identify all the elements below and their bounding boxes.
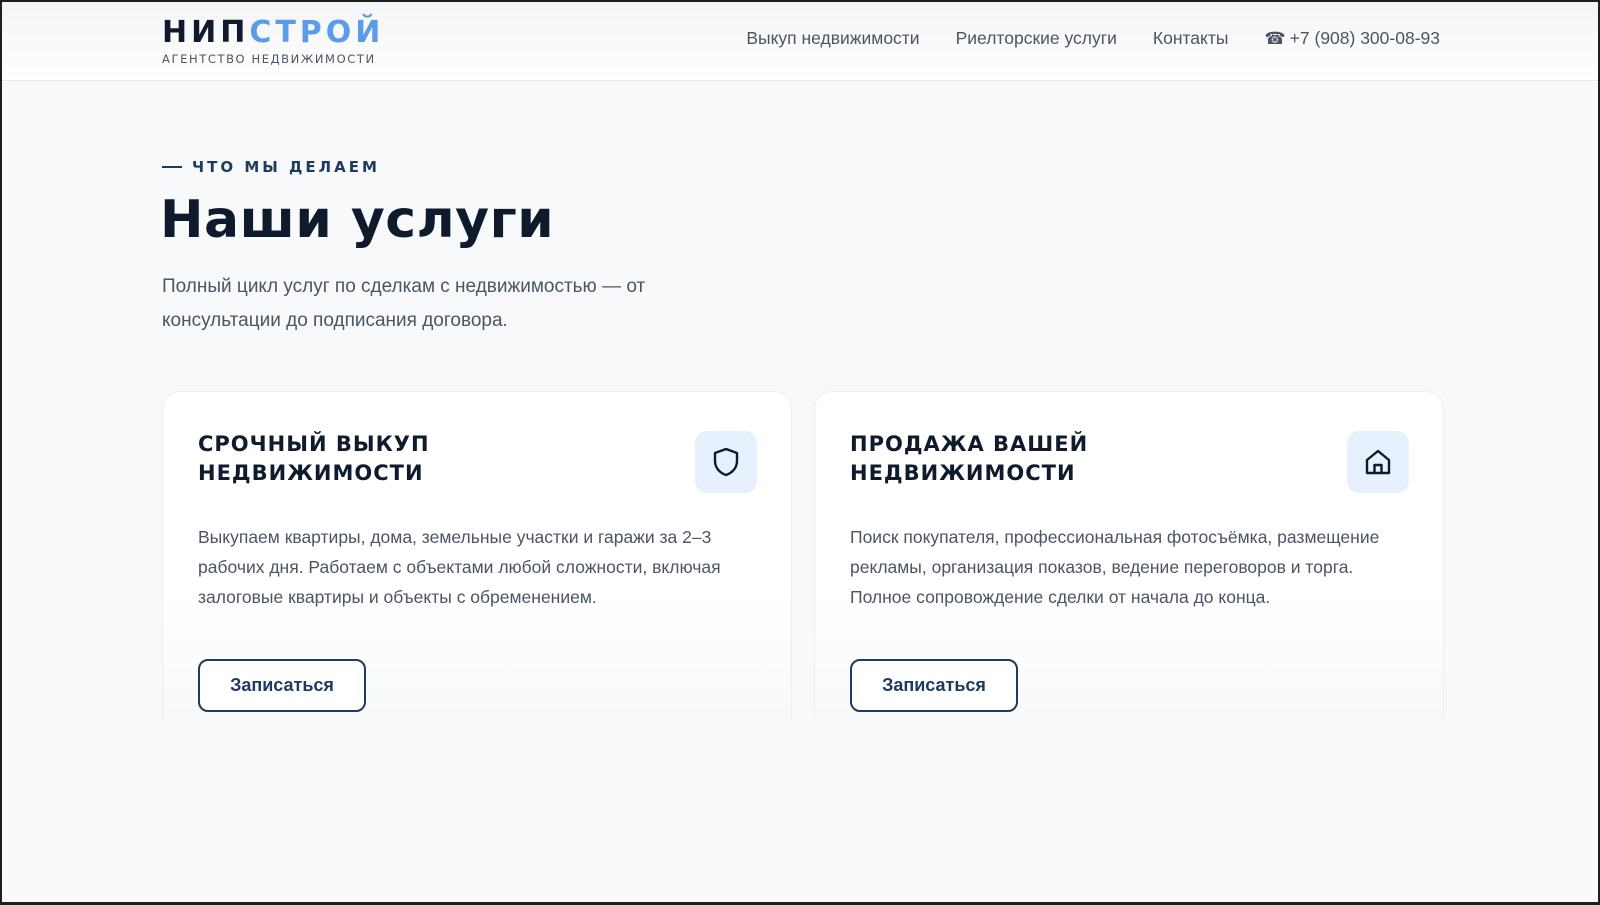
logo-part-dark: НИП — [162, 15, 250, 50]
service-card-sale: ПРОДАЖА ВАШЕЙ НЕДВИЖИМОСТИ Поиск покупат… — [814, 391, 1444, 721]
phone-icon: ☎ — [1264, 28, 1286, 48]
site-header: НИПСТРОЙ АГЕНТСТВО НЕДВИЖИМОСТИ Выкуп не… — [0, 0, 1600, 81]
main-nav: Выкуп недвижимости Риелторские услуги Ко… — [746, 28, 1440, 49]
nav-link-realtor-services[interactable]: Риелторские услуги — [956, 28, 1117, 49]
signup-button[interactable]: Записаться — [198, 659, 366, 712]
nav-link-buyout[interactable]: Выкуп недвижимости — [746, 28, 919, 49]
service-card-buyout: СРОЧНЫЙ ВЫКУП НЕДВИЖИМОСТИ Выкупаем квар… — [162, 391, 792, 721]
phone-link[interactable]: ☎ +7 (908) 300-08-93 — [1264, 28, 1440, 49]
card-title: ПРОДАЖА ВАШЕЙ НЕДВИЖИМОСТИ — [850, 432, 1089, 485]
nav-link-contacts[interactable]: Контакты — [1153, 28, 1229, 49]
house-icon — [1347, 431, 1409, 493]
eyebrow-dash — [162, 166, 182, 168]
section-subtitle: Полный цикл услуг по сделкам с недвижимо… — [162, 276, 646, 331]
signup-button[interactable]: Записаться — [850, 659, 1018, 712]
eyebrow-text: ЧТО МЫ ДЕЛАЕМ — [192, 158, 380, 176]
logo[interactable]: НИПСТРОЙ АГЕНТСТВО НЕДВИЖИМОСТИ — [162, 16, 384, 67]
logo-wordmark: НИПСТРОЙ — [162, 16, 384, 50]
logo-tagline: АГЕНТСТВО НЕДВИЖИМОСТИ — [162, 52, 376, 66]
card-description: Поиск покупателя, профессиональная фотос… — [850, 527, 1380, 607]
section-title: Наши услуги — [160, 190, 555, 250]
shield-icon — [695, 431, 757, 493]
card-description: Выкупаем квартиры, дома, земельные участ… — [198, 527, 721, 607]
logo-part-accent: СТРОЙ — [249, 15, 385, 50]
section-eyebrow: ЧТО МЫ ДЕЛАЕМ — [162, 158, 380, 176]
card-title: СРОЧНЫЙ ВЫКУП НЕДВИЖИМОСТИ — [198, 432, 430, 485]
phone-number: +7 (908) 300-08-93 — [1289, 28, 1440, 48]
